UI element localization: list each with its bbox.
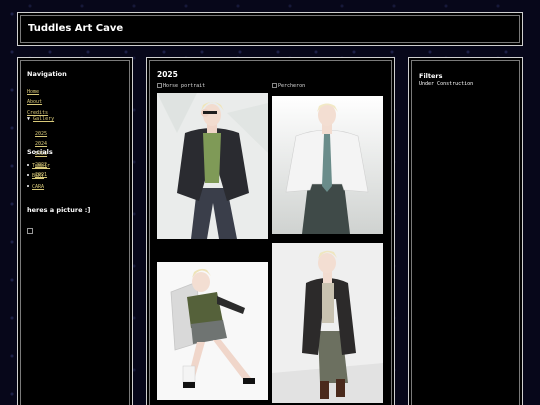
image-alt-percheron[interactable]: Percheron [272, 83, 305, 89]
artwork-figure-white-shirt[interactable] [272, 96, 383, 234]
broken-image-icon [272, 83, 277, 88]
navigation-list: Home About Credits ▼ Gallery 2025 2024 2… [27, 83, 123, 178]
gallery-expand-icon[interactable]: ▼ [27, 116, 30, 122]
gallery-year-heading: 2025 [157, 70, 178, 79]
social-link-bsky[interactable]: BSKY [32, 173, 44, 179]
filters-status: Under Construction [419, 81, 474, 87]
socials-list: Tumblr BSKY CARA [27, 161, 123, 192]
broken-image-icon [157, 83, 162, 88]
artwork-figure-standing[interactable] [272, 243, 383, 403]
gallery-panel: 2025 Horse portrait Percheron [146, 57, 395, 405]
filters-panel: Filters Under Construction [408, 57, 523, 405]
picture-heading: heres a picture :] [27, 206, 91, 215]
artwork-figure-sitting[interactable] [157, 262, 268, 400]
image-alt-horse-portrait[interactable]: Horse portrait [157, 83, 205, 89]
sidebar: Navigation Home About Credits ▼ Gallery … [17, 57, 133, 405]
filters-heading: Filters [419, 72, 443, 80]
artwork-figure-suit[interactable] [157, 93, 268, 239]
broken-image-icon [27, 228, 33, 235]
social-link-tumblr[interactable]: Tumblr [32, 163, 50, 169]
nav-link-gallery[interactable]: Gallery [33, 116, 54, 122]
social-link-cara[interactable]: CARA [32, 184, 44, 190]
site-title: Tuddles Art Cave [28, 23, 124, 34]
navigation-heading: Navigation [27, 70, 67, 78]
socials-heading: Socials [27, 147, 53, 156]
site-header: Tuddles Art Cave [17, 12, 523, 46]
